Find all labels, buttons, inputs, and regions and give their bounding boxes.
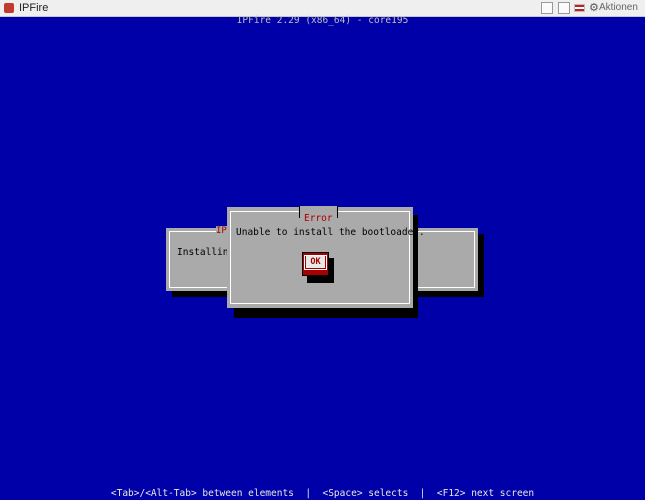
window-mode-icon[interactable] [558, 2, 570, 14]
background-window-title-left: IP [216, 226, 227, 236]
error-message: Unable to install the bootloader. [236, 227, 425, 238]
error-dialog-titlebar: Error [299, 206, 338, 224]
console-header: IPFire 2.29 (x86_64) - core195 [236, 15, 409, 26]
ok-button-label[interactable]: OK [306, 256, 325, 268]
flag-icon[interactable] [574, 4, 585, 12]
console-footer-help: <Tab>/<Alt-Tab> between elements | <Spac… [110, 488, 535, 499]
window-title: IPFire [19, 2, 49, 14]
ipfire-icon [4, 3, 14, 13]
background-window-text: Installing [177, 247, 235, 258]
gear-icon[interactable]: ⚙ [589, 1, 599, 14]
actions-menu[interactable]: Aktionen [599, 2, 638, 13]
window-mode-icon[interactable] [541, 2, 553, 14]
error-dialog-title: Error [304, 213, 333, 224]
